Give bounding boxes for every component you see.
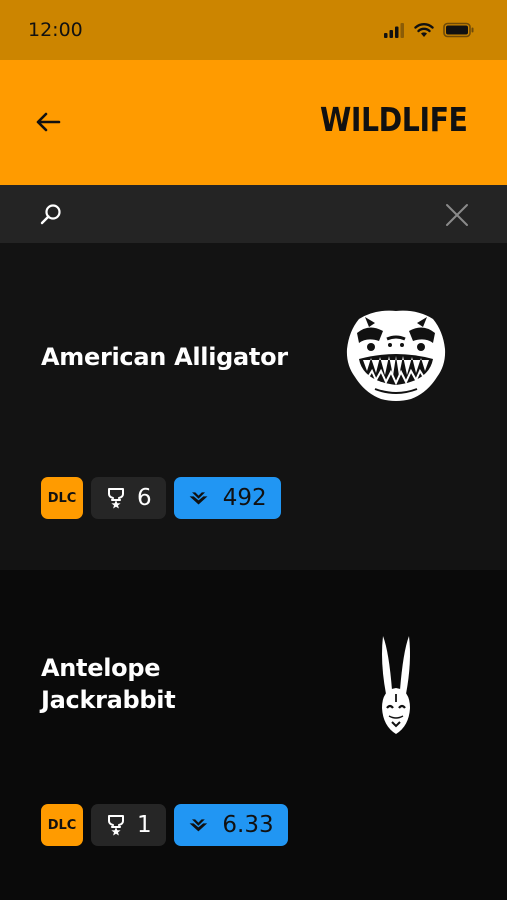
score-value: 492 — [222, 485, 267, 511]
trophy-count: 6 — [137, 485, 152, 511]
trophy-icon — [108, 488, 124, 509]
trophy-count: 1 — [137, 812, 152, 838]
search-input[interactable] — [78, 197, 422, 233]
cellular-signal-icon — [384, 23, 404, 38]
antler-score-icon — [189, 819, 207, 832]
animal-name: American Alligator — [41, 343, 288, 371]
score-value: 6.33 — [222, 812, 274, 838]
score-badge: 6.33 — [173, 804, 288, 846]
search-bar — [0, 185, 507, 243]
jackrabbit-icon — [382, 636, 410, 734]
clear-search-icon[interactable] — [444, 202, 470, 228]
animal-card-american-alligator[interactable]: American Alligator DLC 6 492 — [0, 243, 507, 570]
antler-score-icon — [189, 492, 208, 505]
search-icon — [40, 204, 61, 225]
back-arrow-icon[interactable] — [34, 108, 62, 136]
score-badge: 492 — [173, 477, 281, 519]
animal-name: Antelope Jackrabbit — [41, 654, 176, 714]
animal-badges: DLC 1 6.33 — [41, 804, 288, 846]
dlc-badge: DLC — [41, 477, 83, 519]
status-icons — [383, 22, 475, 38]
trophy-badge: 1 — [91, 804, 166, 846]
trophy-badge: 6 — [91, 477, 166, 519]
battery-icon — [443, 22, 474, 38]
alligator-icon — [346, 310, 446, 401]
page-title: WILDLIFE — [319, 100, 468, 139]
wifi-icon — [414, 23, 434, 37]
dlc-badge: DLC — [41, 804, 83, 846]
animal-card-antelope-jackrabbit[interactable]: Antelope Jackrabbit DLC 1 6.33 — [0, 570, 507, 900]
status-bar: 12:00 — [0, 0, 507, 60]
app-header: WILDLIFE — [0, 60, 507, 185]
trophy-icon — [108, 815, 124, 836]
status-time: 12:00 — [28, 19, 83, 41]
animal-badges: DLC 6 492 — [41, 477, 281, 519]
